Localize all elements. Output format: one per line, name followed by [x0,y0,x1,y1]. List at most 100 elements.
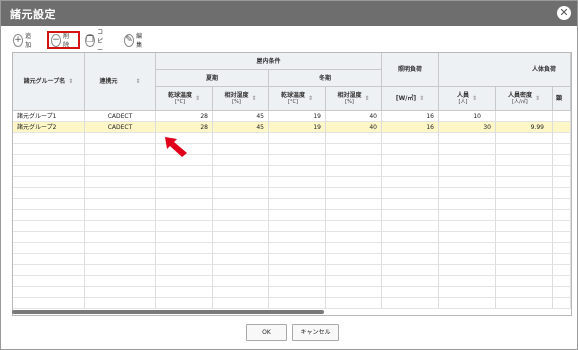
empty-cell [85,166,156,177]
empty-cell [326,155,382,166]
empty-cell [269,276,326,287]
header-light-unit[interactable]: [W/㎡] ⇕ [382,87,439,111]
sort-icon: ⇕ [364,95,370,102]
col-density-label: 人員密度 [507,91,532,99]
empty-cell [269,298,326,309]
empty-cell [553,188,571,199]
edit-button[interactable]: ✎ 編集 [124,32,145,49]
empty-cell [156,221,213,232]
empty-cell [553,155,571,166]
cell-summer-temp: 28 [156,111,213,122]
empty-cell [213,243,269,254]
add-label: 追加 [25,33,32,49]
header-winter-dry-temp[interactable]: 乾球温度 [°C] ⇕ [269,87,326,111]
empty-cell [382,188,439,199]
empty-cell [85,265,156,276]
empty-cell [269,243,326,254]
empty-cell [13,221,85,232]
empty-cell [553,276,571,287]
empty-cell [496,265,553,276]
edit-icon: ✎ [124,33,135,47]
sort-icon: ⇕ [419,95,425,102]
close-icon[interactable]: ✕ [557,6,571,20]
empty-cell [382,287,439,298]
empty-cell [85,144,156,155]
cell-link-source: CADECT [85,111,156,122]
copy-button[interactable]: ❐ コピー [85,29,106,54]
empty-cell [326,221,382,232]
cell-density [496,111,553,122]
empty-cell [13,287,85,298]
empty-cell [85,155,156,166]
header-summer: 夏期 [156,70,269,87]
empty-cell [326,254,382,265]
add-button[interactable]: + 追加 [13,32,34,49]
empty-cell [269,254,326,265]
header-summer-dry-temp[interactable]: 乾球温度 [°C] ⇕ [156,87,213,111]
empty-cell [85,287,156,298]
empty-cell [382,133,439,144]
empty-cell [213,177,269,188]
empty-cell [13,210,85,221]
empty-cell [269,232,326,243]
empty-cell [213,144,269,155]
empty-cell [213,265,269,276]
empty-cell [382,166,439,177]
empty-cell [496,199,553,210]
empty-cell [553,265,571,276]
empty-cell [553,232,571,243]
empty-cell [553,177,571,188]
empty-cell [156,243,213,254]
empty-cell [496,287,553,298]
empty-cell [13,177,85,188]
empty-cell [553,199,571,210]
ok-button[interactable]: OK [246,324,287,341]
empty-cell [156,188,213,199]
empty-cell [326,166,382,177]
empty-cell [213,221,269,232]
header-group-name[interactable]: 諸元グループ名 ⇕ [13,53,85,111]
empty-cell [439,188,496,199]
edit-label: 編集 [136,33,143,49]
cell-summer-temp: 28 [156,122,213,133]
header-winter-rel-hum[interactable]: 相対湿度 [%] ⇕ [326,87,382,111]
header-people-density[interactable]: 人員密度 [人/㎡] ⇕ [496,87,553,111]
cell-people: 30 [439,122,496,133]
empty-cell [496,177,553,188]
empty-cell [13,133,85,144]
sort-icon: ⇕ [68,78,74,85]
cell-group-name: 諸元グループ1 [13,111,85,122]
col-density-unit: [人/㎡] [512,98,528,105]
empty-cell [439,287,496,298]
empty-cell [553,243,571,254]
empty-cell [269,221,326,232]
header-cut-column[interactable]: 顕 [553,87,571,111]
header-summer-rel-hum[interactable]: 相対湿度 [%] ⇕ [213,87,269,111]
cell-summer-hum: 45 [213,111,269,122]
empty-cell [496,232,553,243]
header-people[interactable]: 人員 [人] ⇕ [439,87,496,111]
empty-cell [85,232,156,243]
empty-cell [382,254,439,265]
settings-dialog: 諸元設定 ✕ + 追加 − 削除 ❐ コピー ✎ 編集 諸元グループ名 ⇕ 連携元… [0,0,578,350]
empty-cell [496,188,553,199]
sort-icon: ⇕ [471,95,478,102]
empty-cell [326,199,382,210]
empty-cell [213,188,269,199]
empty-cell [382,232,439,243]
empty-cell [382,199,439,210]
horizontal-scrollbar[interactable] [12,310,324,314]
dialog-titlebar: 諸元設定 ✕ [1,1,577,26]
empty-cell [269,166,326,177]
cell-group-name: 諸元グループ2 [13,122,85,133]
cell-link-source: CADECT [85,122,156,133]
empty-cell [269,144,326,155]
empty-cell [85,188,156,199]
empty-cell [496,221,553,232]
sort-icon: ⇕ [307,95,314,102]
empty-cell [213,298,269,309]
cancel-button[interactable]: キャンセル [292,324,339,341]
header-link-source[interactable]: 連携元 ⇕ [85,53,156,111]
empty-cell [156,254,213,265]
empty-cell [156,210,213,221]
